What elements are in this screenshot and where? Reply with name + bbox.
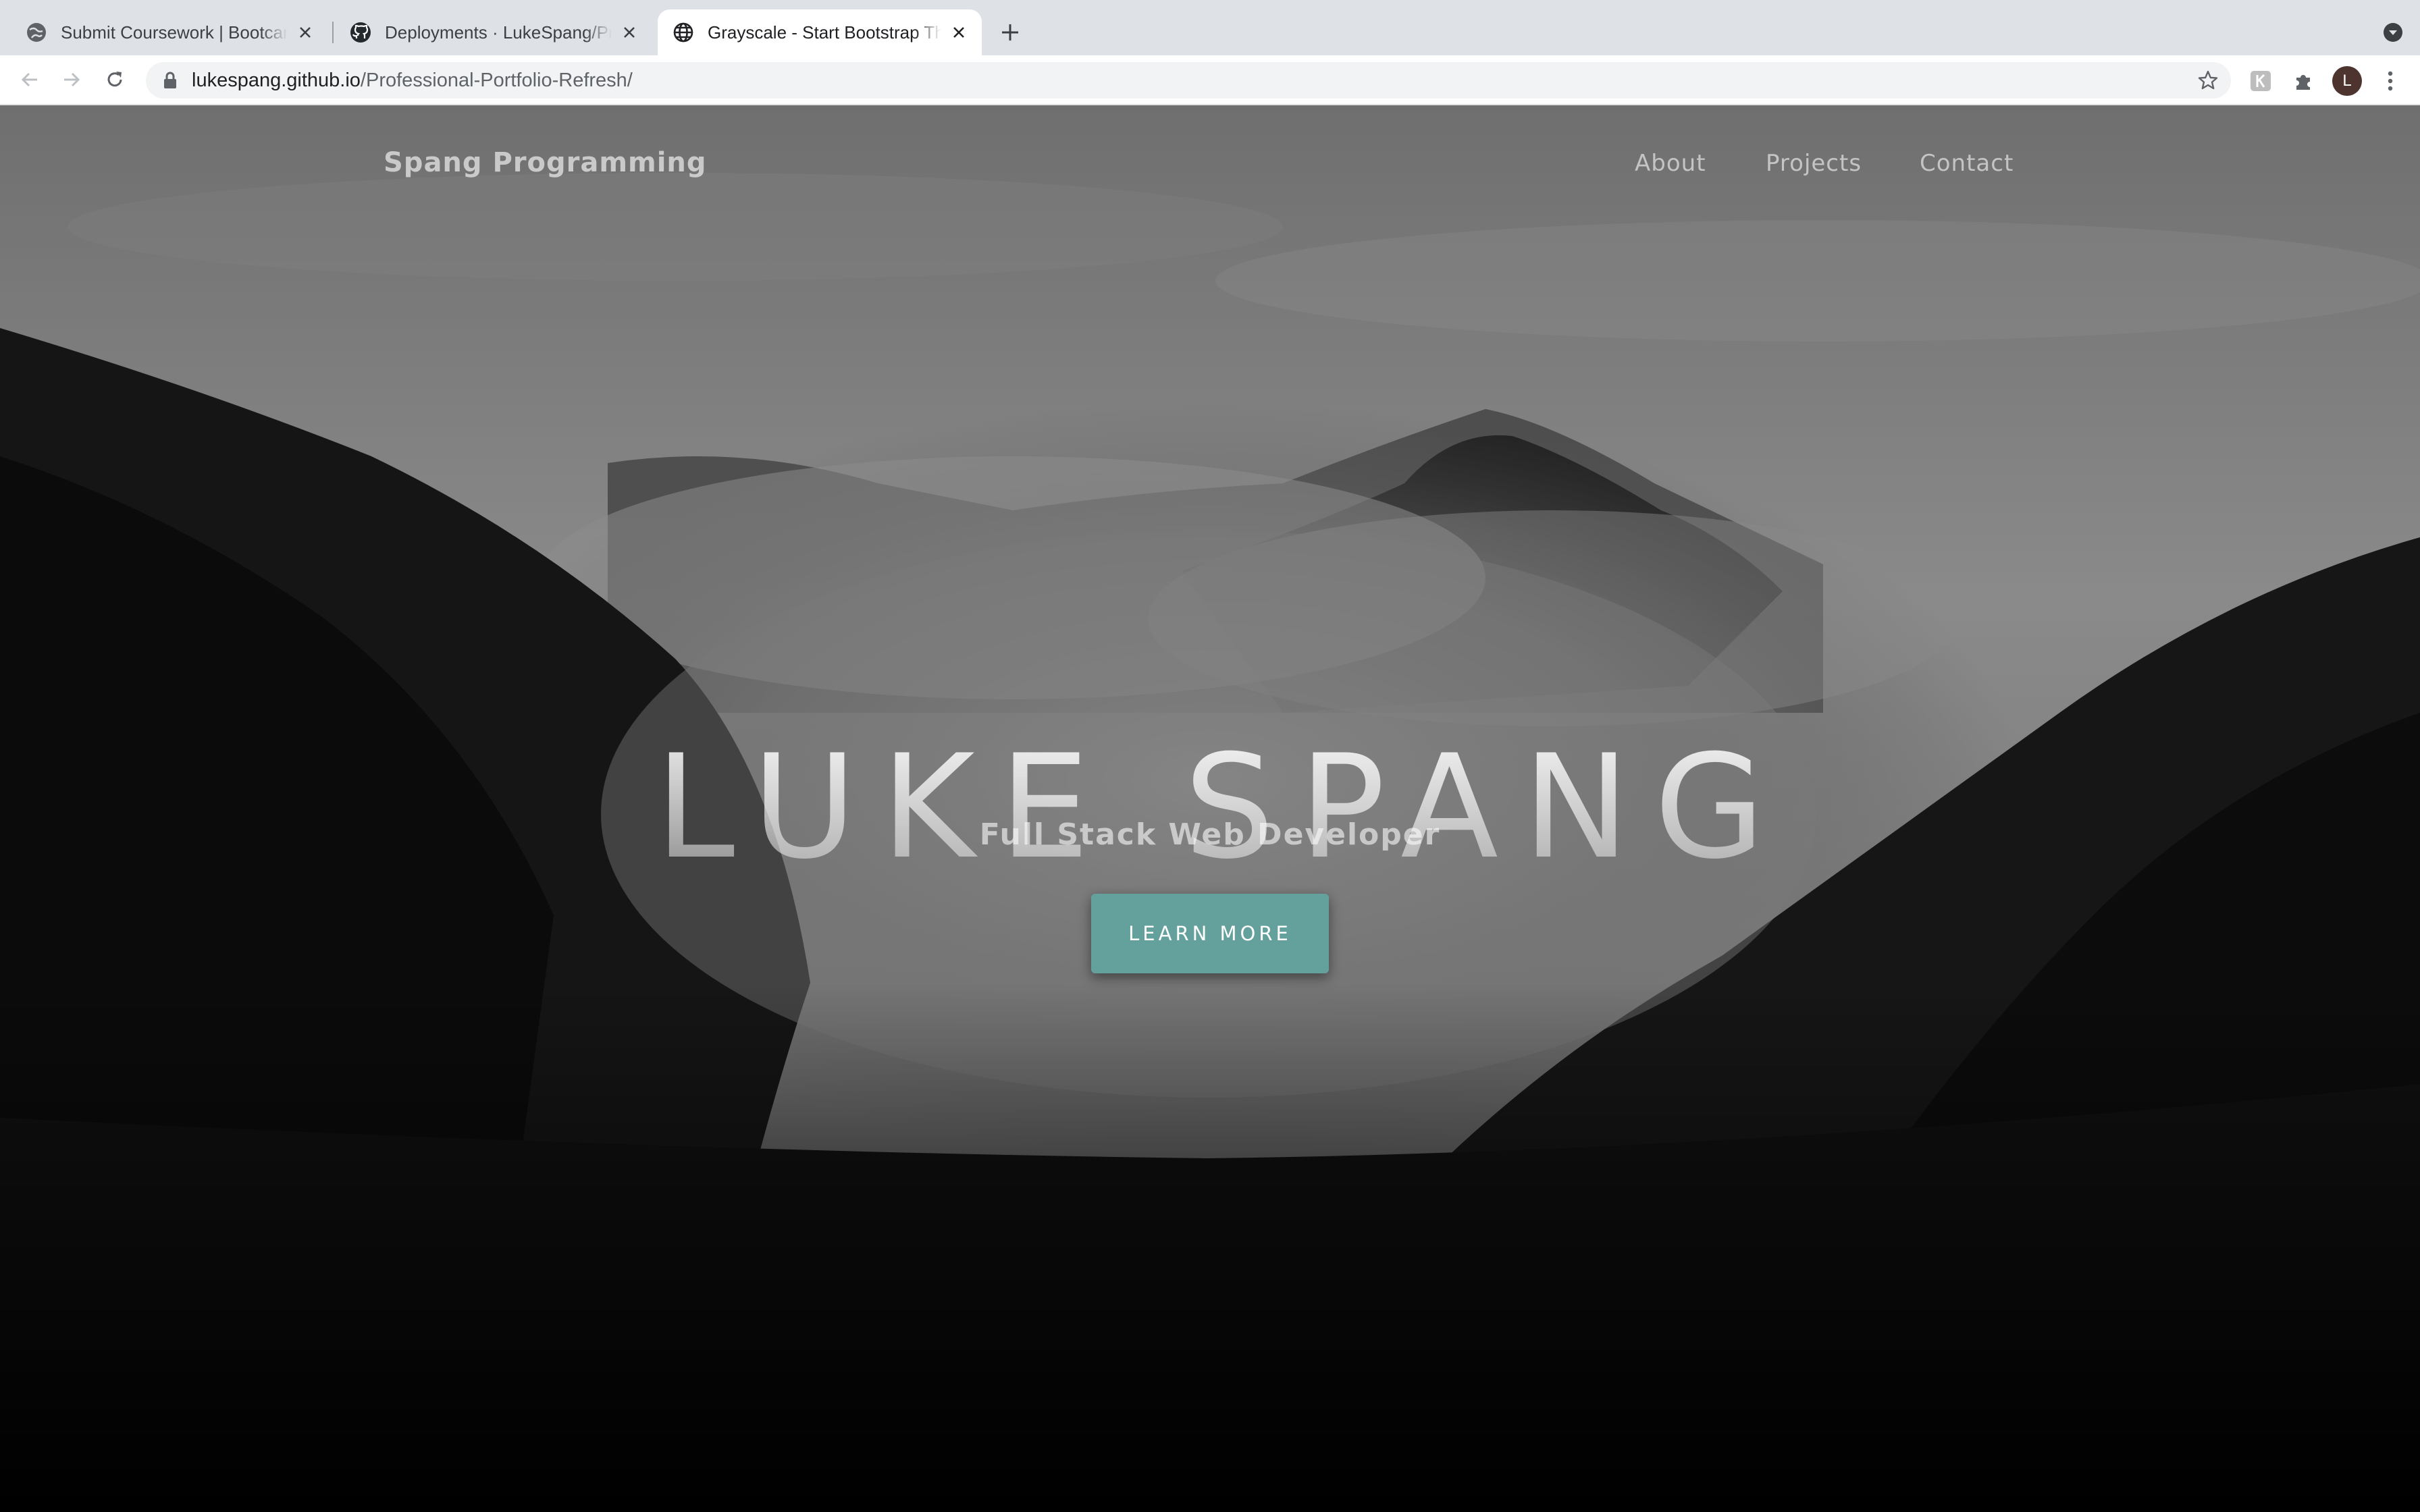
site-navbar: Spang Programming About Projects Contact	[0, 105, 2420, 227]
reload-icon[interactable]	[99, 63, 131, 96]
nav-link-projects[interactable]: Projects	[1766, 150, 1862, 177]
tab-title: Deployments · LukeSpang/Professional-Por…	[385, 22, 612, 43]
browser-tab-strip: Submit Coursework | Bootcamp Spot Deploy…	[0, 0, 2420, 55]
tab-title: Grayscale - Start Bootstrap Theme	[708, 22, 941, 43]
browser-toolbar: lukespang.github.io/Professional-Portfol…	[0, 55, 2420, 105]
tab-search-icon[interactable]	[2381, 20, 2405, 45]
star-icon[interactable]	[2197, 70, 2219, 91]
new-tab-plus-icon[interactable]	[995, 18, 1025, 47]
close-tab-icon[interactable]	[292, 19, 319, 46]
globe-dark-icon	[27, 23, 46, 42]
tab-grayscale-active[interactable]: Grayscale - Start Bootstrap Theme	[658, 9, 982, 55]
nav-link-about[interactable]: About	[1635, 150, 1706, 177]
close-tab-icon[interactable]	[945, 19, 972, 46]
page-viewport: Spang Programming About Projects Contact…	[0, 105, 2420, 1512]
site-brand-link[interactable]: Spang Programming	[384, 147, 707, 178]
extension-k-icon[interactable]	[2248, 69, 2273, 93]
address-bar[interactable]: lukespang.github.io/Professional-Portfol…	[146, 62, 2231, 99]
kebab-menu-icon[interactable]	[2378, 69, 2402, 93]
avatar-initial: L	[2342, 72, 2352, 90]
url-path: /Professional-Portfolio-Refresh/	[360, 70, 633, 91]
nav-link-contact[interactable]: Contact	[1920, 150, 2014, 177]
url-host: lukespang.github.io	[192, 70, 361, 91]
url-text: lukespang.github.io/Professional-Portfol…	[192, 62, 633, 99]
tab-github-deployments[interactable]: Deployments · LukeSpang/Professional-Por…	[334, 9, 652, 55]
close-tab-icon[interactable]	[616, 19, 643, 46]
lock-icon	[164, 72, 176, 88]
back-arrow-icon[interactable]	[14, 63, 46, 96]
github-icon	[350, 22, 371, 43]
avatar[interactable]: L	[2332, 66, 2362, 96]
hero-subtitle: Full Stack Web Developer	[979, 817, 1441, 852]
hero-title: LUKE SPANG	[0, 726, 2420, 888]
tab-bootcamp-spot[interactable]: Submit Coursework | Bootcamp Spot	[0, 9, 328, 55]
forward-arrow-icon[interactable]	[55, 63, 88, 96]
globe-icon	[673, 22, 693, 43]
learn-more-button[interactable]: LEARN MORE	[1091, 894, 1329, 973]
puzzle-extensions-icon[interactable]	[2292, 69, 2316, 93]
tab-title: Submit Coursework | Bootcamp Spot	[61, 22, 288, 43]
